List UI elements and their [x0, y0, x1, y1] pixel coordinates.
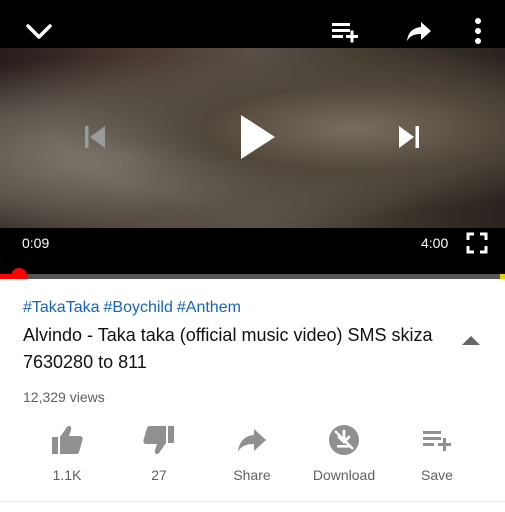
share-button[interactable]: Share [206, 420, 298, 486]
like-button[interactable]: 1.1K [21, 420, 113, 486]
current-time: 0:09 [22, 235, 50, 251]
video-player[interactable]: 0:09 4:00 [0, 0, 505, 279]
save-button[interactable]: Save [391, 420, 483, 486]
like-count: 1.1K [52, 467, 82, 483]
hashtag-link[interactable]: #Anthem [177, 299, 241, 316]
add-to-queue-icon[interactable] [328, 16, 362, 46]
download-icon [329, 425, 359, 455]
seek-scrubber-handle[interactable] [11, 268, 27, 279]
fullscreen-icon[interactable] [463, 230, 491, 256]
video-title: Alvindo - Taka taka (official music vide… [23, 325, 433, 372]
thumb-up-icon [52, 426, 83, 454]
share-icon [238, 429, 266, 452]
save-playlist-add-icon [423, 431, 451, 451]
download-button[interactable]: Download [298, 420, 390, 486]
previous-icon[interactable] [78, 120, 112, 154]
hashtag-link[interactable]: #TakaTaka [23, 299, 100, 316]
section-divider [0, 501, 505, 502]
hashtag-list: #TakaTaka #Boychild #Anthem [23, 299, 245, 317]
view-count: 12,329 views [23, 389, 105, 405]
hashtag-link[interactable]: #Boychild [104, 299, 173, 316]
dislike-button[interactable]: 27 [113, 420, 205, 486]
duration-time: 4:00 [421, 235, 449, 251]
save-label: Save [421, 467, 453, 483]
more-options-icon[interactable] [466, 14, 490, 48]
next-icon[interactable] [392, 120, 426, 154]
buffered-bar [500, 274, 505, 279]
share-label: Share [233, 467, 271, 483]
player-top-bar [0, 0, 505, 60]
expand-description-icon[interactable] [459, 330, 483, 350]
seek-bar[interactable] [0, 268, 505, 279]
share-arrow-icon[interactable] [402, 16, 436, 46]
thumb-down-icon [143, 426, 174, 454]
download-label: Download [312, 467, 376, 483]
play-icon[interactable] [230, 108, 284, 166]
action-bar: 1.1K 27 Share Download Save [0, 420, 505, 490]
dislike-count: 27 [151, 467, 167, 483]
minimize-chevron-icon[interactable] [22, 14, 56, 48]
